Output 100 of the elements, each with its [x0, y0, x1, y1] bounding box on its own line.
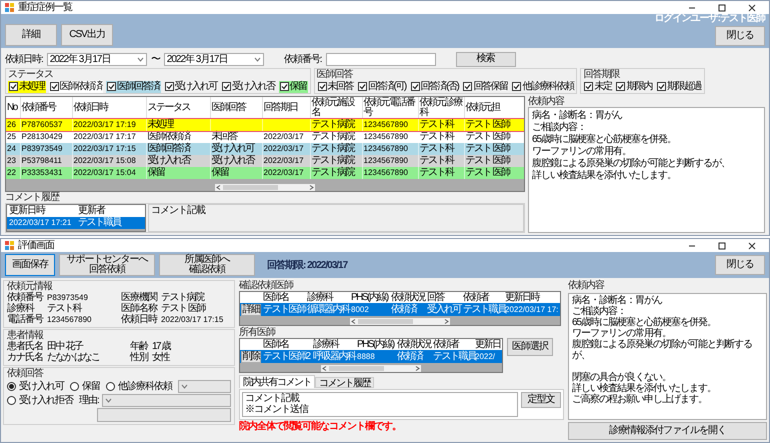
radio-button[interactable] [7, 396, 16, 405]
tab[interactable]: 院内共有コメント [239, 375, 315, 388]
checkbox[interactable] [222, 82, 231, 91]
table-row[interactable]: 23 P53798411 2022/03/17 15:08 受け入れ否 受け入れ否 2022/03/17 テスト病院 1234567890 テスト科 テスト 医師 [6, 155, 524, 167]
close-icon[interactable] [747, 240, 757, 250]
table-cell: 2022/03/17 [262, 167, 310, 179]
checkbox-label[interactable]: 未定 [594, 81, 612, 92]
checkbox-label[interactable]: 他診療科依頼 [522, 81, 574, 92]
column-header[interactable]: 医師名 [262, 339, 312, 350]
button[interactable]: 診療情報添付ファイルを開く [568, 422, 767, 440]
button[interactable]: 医師選択 [507, 338, 553, 356]
checkbox-label[interactable]: 未処理 [19, 81, 44, 92]
table-cell: 26 [6, 119, 20, 131]
comment-text-field[interactable]: コメント記載 [148, 204, 524, 232]
radio-label[interactable]: 受け入れ拒否 [19, 395, 73, 406]
window-title: 重症症例一覧 [18, 2, 72, 14]
checkbox-label[interactable]: 未回答 [328, 81, 353, 92]
text-line: 腹腔鏡による原発巣の切除が可能と判断するが、 [572, 339, 753, 361]
column-header[interactable]: 更新者 [76, 205, 145, 218]
column-header[interactable]: 依頼状況 [396, 339, 432, 350]
request-text-field[interactable]: 病名・診断名：胃がん ご相談内容： 65歳時に脳梗塞と心筋梗塞を併発。 ワーファリンの常用有。 腹腔鏡による原発巣の切除が可能と判断するが、 閉塞の具合が良くない。 詳しい検査結果を添付いたします。 ご高察の程お願い申し上げます。 [568, 293, 767, 420]
button[interactable]: 閉じる [715, 255, 765, 275]
radio-button[interactable] [7, 382, 16, 391]
button[interactable]: サポートセンターへ 回答依頼 [59, 254, 155, 276]
column-header[interactable]: 回答 [426, 292, 462, 303]
checkbox[interactable] [107, 82, 116, 91]
tab[interactable]: コメント履歴 [315, 377, 374, 388]
column-header[interactable]: 更新日時 [7, 205, 76, 218]
maximize-icon[interactable] [717, 240, 727, 250]
table-row[interactable]: 24 P83973549 2022/03/17 17:15 医師回答済 受け入れ可 2022/03/17 テスト病院 1234567890 テスト科 テスト 医師 [6, 143, 524, 155]
button[interactable]: 所属医師へ 確認依頼 [159, 254, 255, 276]
checkbox[interactable] [164, 82, 174, 91]
maximize-icon[interactable] [717, 2, 727, 12]
column-header[interactable]: 依頼者 [432, 339, 474, 350]
column-header[interactable]: 診療科 [312, 339, 356, 350]
checkbox[interactable] [512, 82, 522, 91]
column-header[interactable]: 依頼者 [462, 292, 504, 303]
request-text-field[interactable]: 病名・診断名：胃がん ご相談内容： 65歳時に脳梗塞と心筋梗塞を併発。 ワーファリンの常用有。 腹腔鏡による原発巣の切除が可能と判断するが、 詳しい検査結果を添付いたします。 [528, 107, 765, 233]
list-row[interactable]: 2022/03/17 17:21 テスト職員 [7, 217, 145, 230]
column-header[interactable]: 医師名 [262, 292, 306, 303]
checkbox-label[interactable]: 医師依頼済 [60, 81, 102, 92]
table-row[interactable]: 22 P33353431 2022/03/17 15:04 保留 保留 2022/03/17 テスト病院 1234567890 テスト科 テスト 医師 [6, 167, 524, 179]
button[interactable]: CSV出力 [61, 24, 113, 46]
dropdown[interactable]: 2022年 3月17日 [164, 52, 264, 66]
row-button[interactable]: 詳細 [241, 304, 261, 316]
button[interactable]: 画面保存 [5, 254, 55, 276]
checkbox[interactable] [584, 82, 594, 91]
checkbox-label[interactable]: 期限超過 [666, 81, 701, 92]
table-cell: 2022/03/17 15:04 [72, 167, 146, 179]
comment-text-field[interactable]: コメント記載 ※コメント送信 [242, 392, 518, 417]
column-header[interactable]: 更新日 [474, 339, 502, 350]
close-icon[interactable] [747, 2, 757, 12]
group-title: 確認依頼医師 [239, 280, 294, 291]
checkbox[interactable] [410, 82, 420, 91]
group-title: 所有医師 [239, 327, 276, 338]
checkbox[interactable] [358, 82, 367, 91]
checkbox[interactable] [9, 82, 18, 91]
checkbox[interactable] [50, 82, 58, 91]
column-header[interactable]: PHS(内線) [356, 339, 396, 350]
column-header[interactable]: 依頼状況 [390, 292, 426, 303]
radio-button[interactable] [106, 382, 115, 391]
table-row[interactable]: 26 P78760537 2022/03/17 17:19 未処理 テスト病院 1234567890 テスト科 テスト 医師 [6, 119, 524, 131]
column-header[interactable]: 更新日時 [504, 292, 560, 303]
radio-label[interactable]: 他診療科依頼 [118, 381, 172, 392]
checkbox-label[interactable]: 回答済(可) [368, 81, 406, 92]
checkbox-label[interactable]: 期限内 [626, 81, 652, 92]
checkbox-label[interactable]: 医師回答済 [117, 81, 160, 92]
checkbox-label[interactable]: 回答済(否) [420, 81, 458, 92]
grid-row[interactable]: 詳細 テスト医師循環器内科8002 依頼済 受入れ可 テスト職員2022/03/17 17: [240, 303, 560, 316]
checkbox[interactable] [656, 82, 666, 91]
grid-cell: 受入れ可 [426, 304, 462, 316]
row-button[interactable]: 削除 [241, 350, 261, 362]
text-line: ※コメント送信 [245, 404, 310, 415]
button[interactable]: 検索 [456, 52, 516, 66]
checkbox[interactable] [616, 82, 626, 91]
table-cell: テスト病院 [310, 167, 362, 179]
radio-label[interactable]: 保留 [82, 381, 100, 392]
checkbox-label[interactable]: 回答保留 [473, 81, 508, 92]
button-label: 所属医師へ [184, 255, 230, 265]
checkbox-label[interactable]: 保留 [290, 81, 306, 92]
column-header[interactable]: 診療科 [306, 292, 350, 303]
checkbox[interactable] [463, 82, 472, 91]
checkbox-label[interactable]: 受け入れ否 [232, 81, 274, 92]
button[interactable]: 定型文 [521, 392, 561, 408]
table-cell: 未処理 [146, 119, 210, 131]
window-title: 評価画面 [18, 240, 54, 252]
request-number-field[interactable] [326, 52, 436, 66]
grid-row[interactable]: 削除 テスト医師2 呼吸器内科8888 依頼済 テスト職員2022/ [240, 350, 502, 363]
radio-button[interactable] [70, 382, 79, 391]
checkbox[interactable] [280, 82, 288, 91]
group-title: ステータス [8, 69, 54, 80]
reason-text-field[interactable] [97, 408, 231, 422]
button[interactable]: 閉じる [715, 26, 765, 46]
checkbox[interactable] [318, 82, 326, 91]
reason-label: 理由: [79, 395, 99, 406]
column-header[interactable]: PHS(内線) [350, 292, 390, 303]
dropdown[interactable]: 2022年 3月17日 [46, 52, 147, 66]
radio-label[interactable]: 受け入れ可 [19, 381, 64, 392]
button[interactable]: 詳細 [5, 24, 57, 46]
checkbox-label[interactable]: 受け入れ可 [174, 81, 217, 92]
